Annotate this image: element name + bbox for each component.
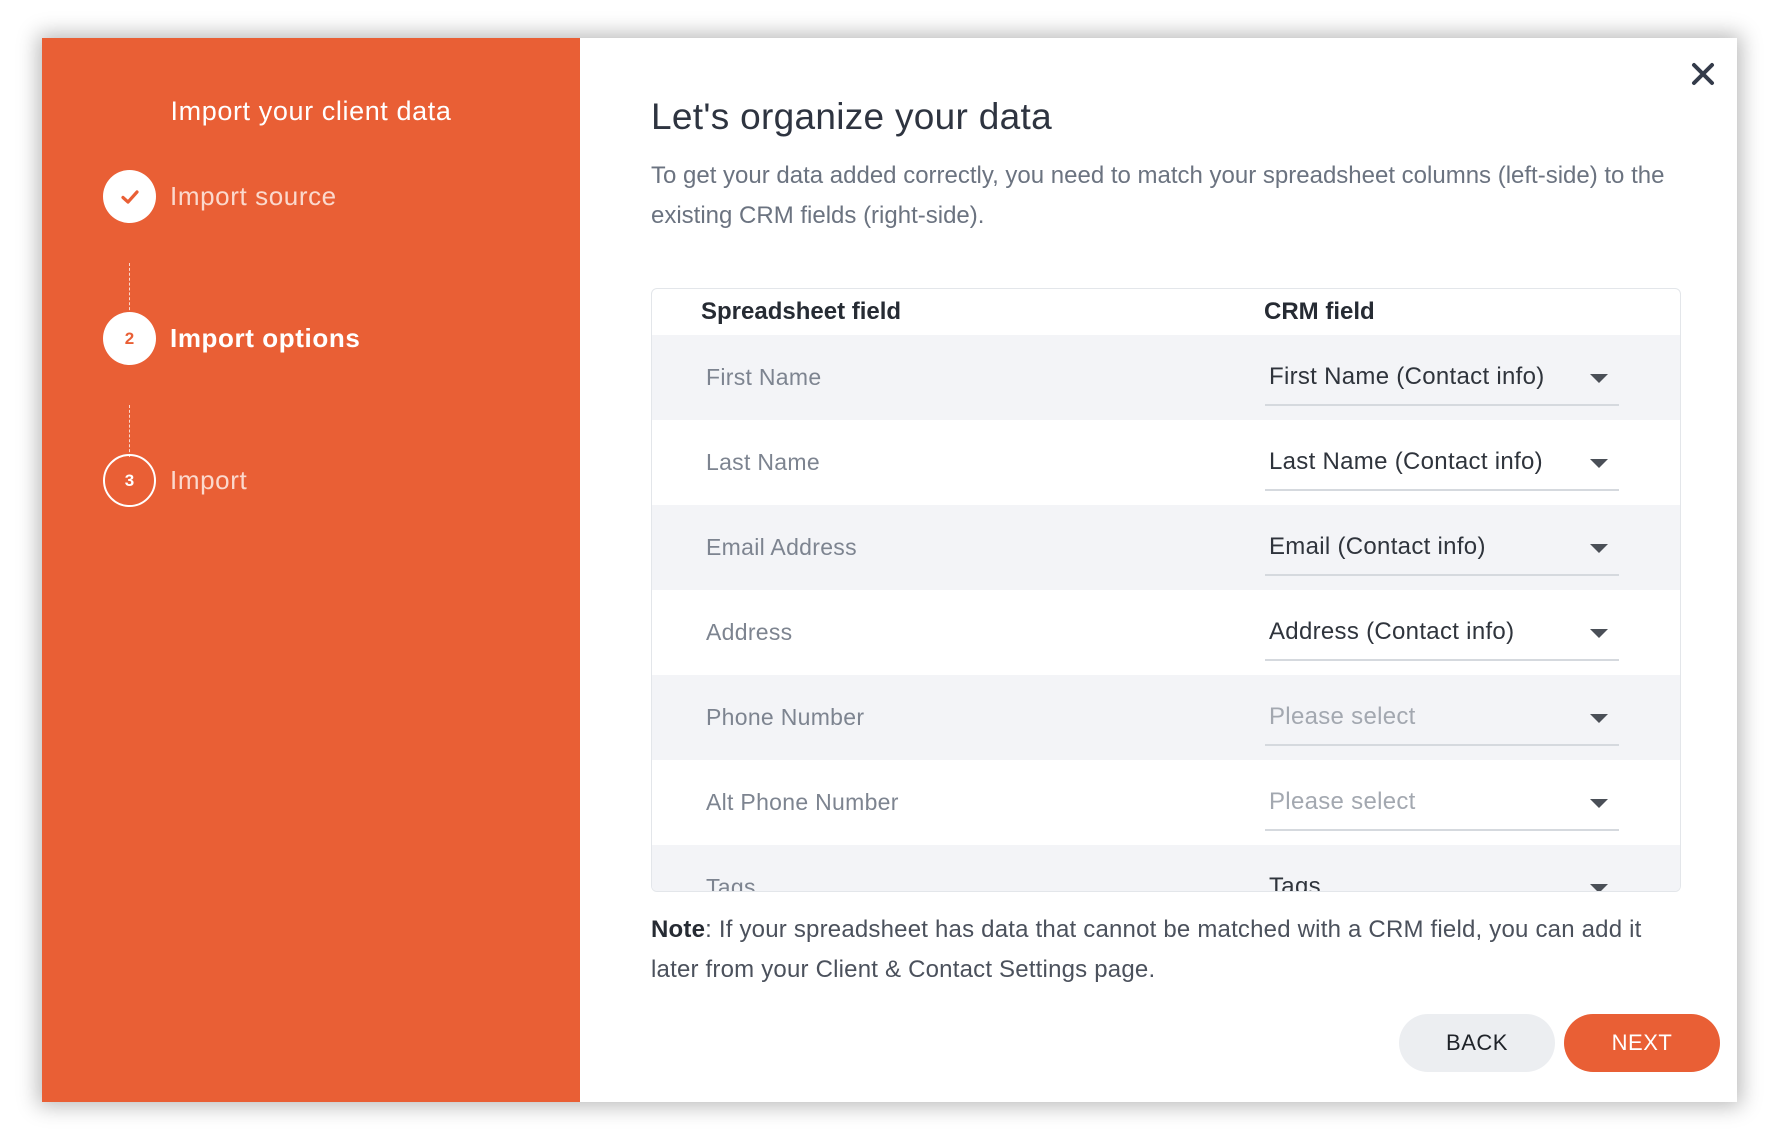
next-button[interactable]: NEXT: [1564, 1014, 1720, 1072]
page-description: To get your data added correctly, you ne…: [651, 162, 1665, 229]
spreadsheet-field-label: Email Address: [706, 534, 857, 560]
import-modal: Import your client data Import source 2 …: [42, 38, 1737, 1102]
step-connector: [129, 263, 130, 315]
table-row: Phone Number Please select: [652, 675, 1680, 760]
close-button[interactable]: [1683, 54, 1723, 94]
table-row: Alt Phone Number Please select: [652, 760, 1680, 845]
step-label: Import options: [170, 323, 361, 353]
caret-down-icon: [1590, 883, 1608, 891]
caret-down-icon: [1590, 798, 1608, 808]
field-mapping-table: Spreadsheet field CRM field First Name Fi…: [651, 288, 1681, 892]
crm-field-select[interactable]: Please select: [1265, 775, 1619, 831]
crm-field-value: Tags: [1269, 872, 1321, 892]
panel-title: Import your client data: [170, 96, 452, 126]
step-import-source[interactable]: Import source: [103, 170, 337, 223]
table-row: Last Name Last Name (Contact info): [652, 420, 1680, 505]
column-header-spreadsheet: Spreadsheet field: [701, 298, 902, 325]
crm-field-value: Please select: [1269, 702, 1416, 730]
crm-field-value: Last Name (Contact info): [1269, 447, 1543, 475]
step-import-options[interactable]: 2 Import options: [103, 312, 360, 365]
caret-down-icon: [1590, 543, 1608, 553]
crm-field-value: First Name (Contact info): [1269, 362, 1545, 390]
table-body: First Name First Name (Contact info) Last …: [652, 335, 1680, 892]
spreadsheet-field-label: Alt Phone Number: [706, 789, 899, 815]
spreadsheet-field-label: Address: [706, 619, 793, 645]
spreadsheet-field-label: Last Name: [706, 449, 820, 475]
mapping-panel: Let's organize your data To get your dat…: [580, 38, 1737, 1102]
caret-down-icon: [1590, 458, 1608, 468]
spreadsheet-field-label: Tags: [706, 874, 756, 892]
crm-field-value: Address (Contact info): [1269, 617, 1515, 645]
step-label: Import: [170, 465, 248, 495]
table-row: Email Address Email (Contact info): [652, 505, 1680, 590]
caret-down-icon: [1590, 373, 1608, 383]
note-label: Note: [651, 916, 706, 943]
crm-field-select[interactable]: Please select: [1265, 690, 1619, 746]
import-steps-panel: Import your client data Import source 2 …: [42, 38, 580, 1102]
page-title: Let's organize your data: [651, 96, 1052, 137]
step-connector: [129, 405, 130, 457]
step-number-badge: 3: [103, 454, 156, 507]
crm-field-select[interactable]: Address (Contact info): [1265, 605, 1619, 661]
table-header: Spreadsheet field CRM field: [652, 289, 1680, 335]
step-number-badge: 2: [103, 312, 156, 365]
table-row: Address Address (Contact info): [652, 590, 1680, 675]
step-import[interactable]: 3 Import: [103, 454, 247, 507]
table-row: Tags Tags: [652, 845, 1680, 892]
note-text: Note: If your spreadsheet has data that …: [651, 910, 1691, 990]
close-icon: [1692, 63, 1714, 85]
crm-field-select[interactable]: First Name (Contact info): [1265, 350, 1619, 406]
step-label: Import source: [170, 181, 337, 211]
column-header-crm: CRM field: [1264, 298, 1375, 325]
caret-down-icon: [1590, 713, 1608, 723]
crm-field-select[interactable]: Last Name (Contact info): [1265, 435, 1619, 491]
crm-field-value: Email (Contact info): [1269, 532, 1486, 560]
spreadsheet-field-label: First Name: [706, 364, 822, 390]
spreadsheet-field-label: Phone Number: [706, 704, 865, 730]
crm-field-select[interactable]: Email (Contact info): [1265, 520, 1619, 576]
crm-field-select[interactable]: Tags: [1265, 860, 1619, 892]
table-row: First Name First Name (Contact info): [652, 335, 1680, 420]
back-button[interactable]: BACK: [1399, 1014, 1555, 1072]
note-body: : If your spreadsheet has data that cann…: [651, 916, 1642, 983]
check-icon: [103, 170, 156, 223]
crm-field-value: Please select: [1269, 787, 1416, 815]
caret-down-icon: [1590, 628, 1608, 638]
